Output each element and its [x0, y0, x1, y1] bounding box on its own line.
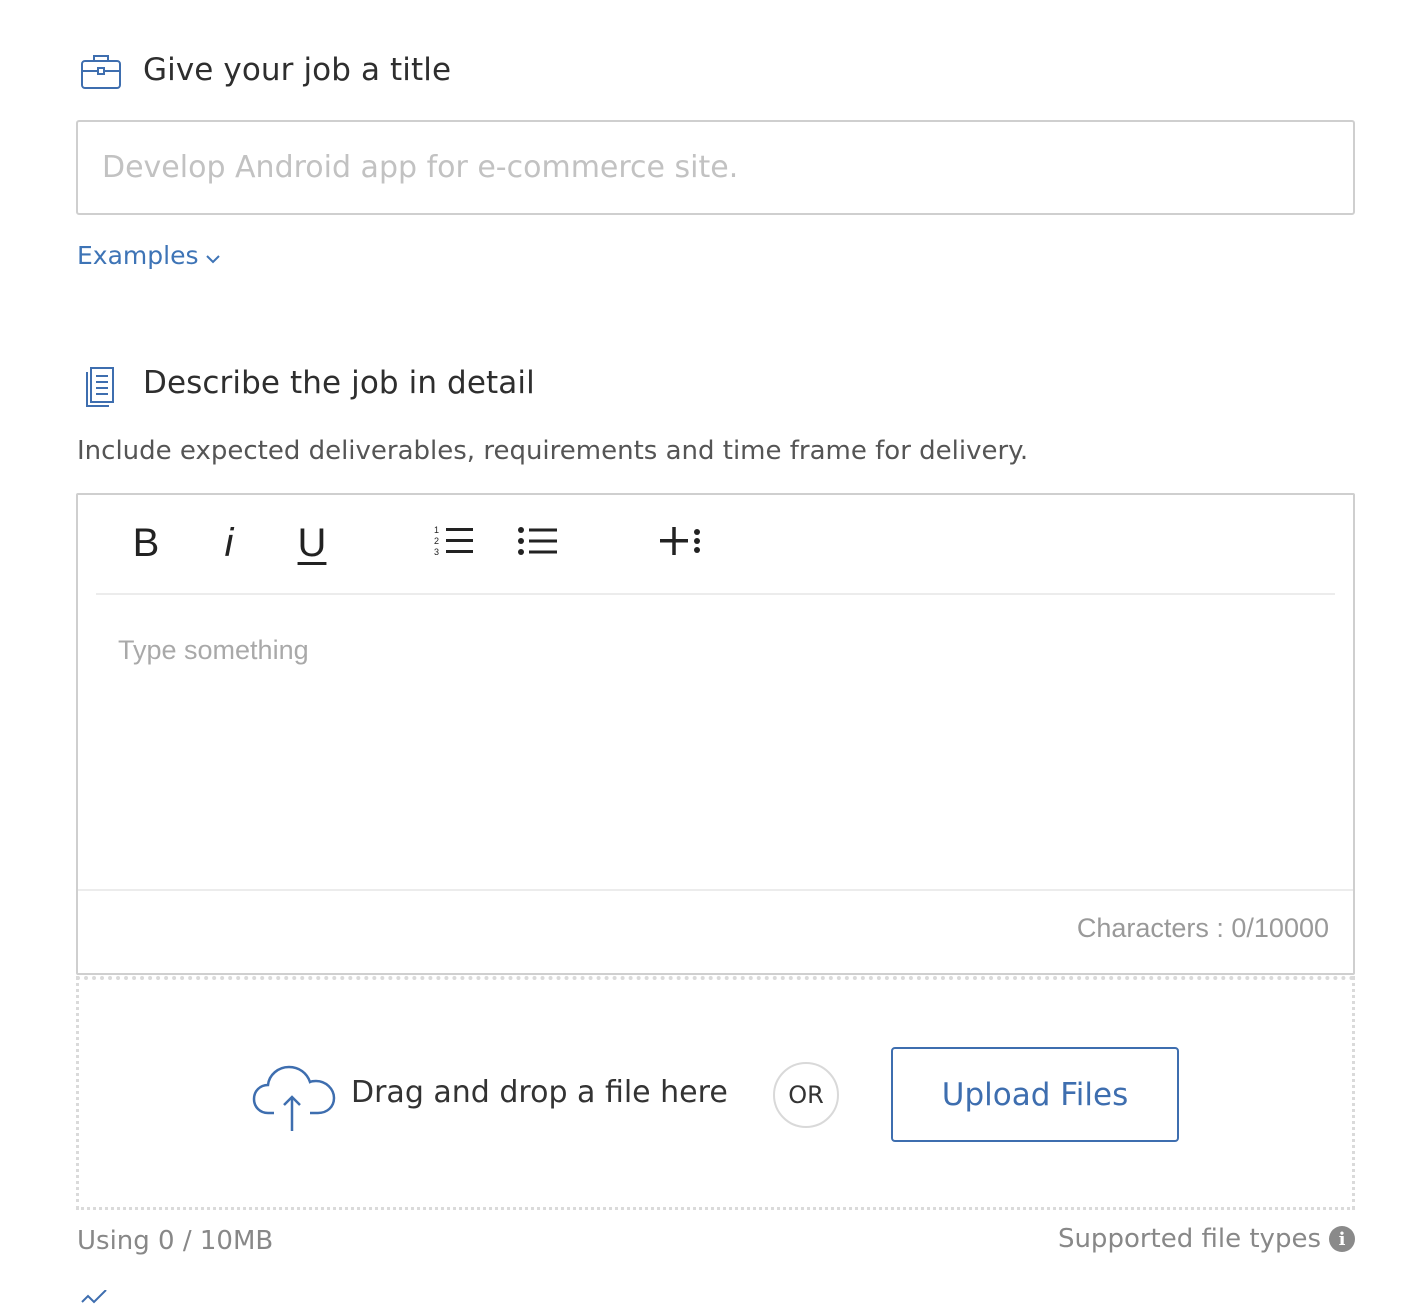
cloud-upload-icon: [252, 1063, 336, 1138]
editor-toolbar: B i U 1 2 3: [96, 495, 1335, 595]
insert-more-icon: [660, 525, 702, 562]
svg-text:3: 3: [434, 547, 439, 557]
svg-text:2: 2: [434, 536, 439, 546]
job-title-heading: Give your job a title: [143, 52, 452, 88]
examples-label: Examples: [77, 241, 199, 270]
drop-instruction: Drag and drop a file here: [351, 1075, 728, 1110]
svg-text:1: 1: [434, 525, 439, 535]
file-dropzone[interactable]: Drag and drop a file here OR Upload File…: [76, 976, 1355, 1210]
editor-placeholder: Type something: [118, 635, 309, 665]
supported-file-types-label: Supported file types: [1057, 1224, 1321, 1254]
unordered-list-icon: [518, 526, 558, 561]
supported-file-types[interactable]: Supported file types i: [1058, 1224, 1355, 1254]
insert-more-button[interactable]: [658, 517, 704, 569]
rich-text-editor: B i U 1 2 3 Type something Characters: …: [76, 493, 1355, 975]
job-title-input[interactable]: [76, 120, 1355, 215]
bold-button[interactable]: B: [126, 517, 166, 569]
storage-usage: Using 0 / 10MB: [77, 1226, 274, 1256]
document-icon: [83, 366, 119, 413]
editor-textarea[interactable]: Type something: [118, 635, 309, 666]
description-help-text: Include expected deliverables, requireme…: [77, 436, 1029, 466]
underline-button[interactable]: U: [292, 517, 332, 569]
info-icon: i: [1329, 1226, 1355, 1252]
examples-dropdown[interactable]: Examples: [77, 241, 221, 270]
checkmark-icon: [78, 1289, 118, 1309]
character-count: Characters : 0/10000: [1076, 913, 1329, 943]
editor-footer: Characters : 0/10000: [78, 889, 1353, 973]
italic-button[interactable]: i: [214, 517, 244, 569]
job-description-heading: Describe the job in detail: [143, 365, 535, 401]
or-separator: OR: [773, 1062, 839, 1128]
ordered-list-icon: 1 2 3: [434, 525, 474, 562]
briefcase-icon: [80, 52, 122, 95]
ordered-list-button[interactable]: 1 2 3: [432, 517, 476, 569]
chevron-down-icon: [206, 241, 221, 270]
upload-files-button[interactable]: Upload Files: [891, 1047, 1179, 1142]
unordered-list-button[interactable]: [516, 517, 560, 569]
